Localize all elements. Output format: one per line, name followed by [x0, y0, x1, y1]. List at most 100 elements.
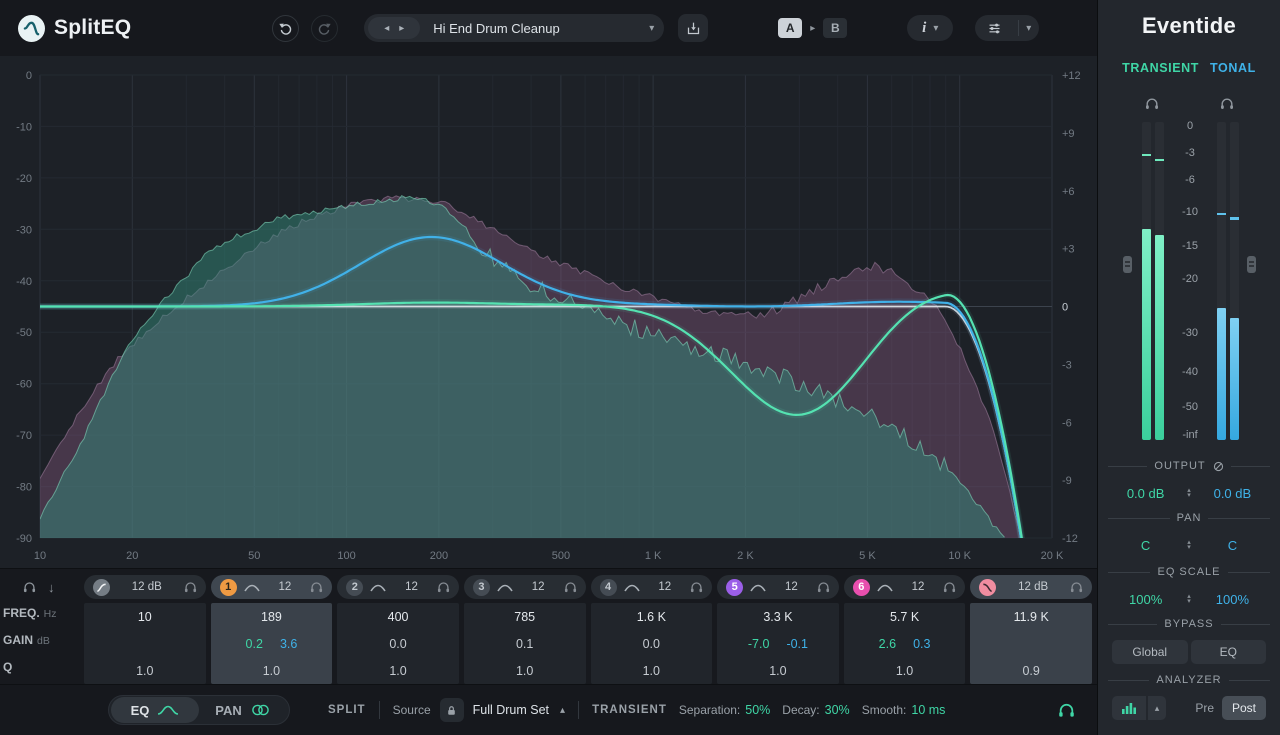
- tab-transient[interactable]: TRANSIENT: [1122, 61, 1199, 75]
- tonal-meter-handle[interactable]: [1247, 256, 1256, 273]
- ab-a-button[interactable]: A: [778, 18, 802, 38]
- band-4-badge[interactable]: 4: [600, 579, 617, 596]
- band-3-badge[interactable]: 3: [473, 579, 490, 596]
- tonal-monitor-headphone-icon[interactable]: [1220, 97, 1234, 110]
- ab-copy-icon[interactable]: ▸: [810, 23, 815, 34]
- band-3-solo-headphone-icon[interactable]: [564, 581, 577, 593]
- band-1-gain[interactable]: 0.23.6: [211, 630, 333, 657]
- analyzer-post-button[interactable]: Post: [1222, 696, 1266, 720]
- band-4-freq[interactable]: 1.6 K: [591, 603, 713, 630]
- band-lowcut-solo-headphone-icon[interactable]: [184, 581, 197, 593]
- band-4-gain[interactable]: 0.0: [591, 630, 713, 657]
- settings-dropdown-icon[interactable]: ▾: [1026, 23, 1031, 34]
- band-4-header[interactable]: 4 12: [591, 575, 713, 599]
- transient-monitor-headphone-icon[interactable]: [1145, 97, 1159, 110]
- band-2-gain[interactable]: 0.0: [337, 630, 459, 657]
- band-5-badge[interactable]: 5: [726, 579, 743, 596]
- analyzer-display-button[interactable]: [1112, 696, 1146, 720]
- band-5-header[interactable]: 5 12: [717, 575, 839, 599]
- collapse-strip-icon[interactable]: ↓: [48, 580, 55, 595]
- band-lowpass-freq[interactable]: 11.9 K: [970, 603, 1092, 630]
- bypass-global-button[interactable]: Global: [1112, 640, 1188, 664]
- band-5-solo-headphone-icon[interactable]: [817, 581, 830, 593]
- transient-audition-headphone-icon[interactable]: [1058, 702, 1075, 718]
- band-6-gain[interactable]: 2.60.3: [844, 630, 966, 657]
- band-6-solo-headphone-icon[interactable]: [943, 581, 956, 593]
- band-2-freq[interactable]: 400: [337, 603, 459, 630]
- band-3-header[interactable]: 3 12: [464, 575, 586, 599]
- band-1-badge[interactable]: 1: [220, 579, 237, 596]
- band-2-badge[interactable]: 2: [346, 579, 363, 596]
- band-1-slope[interactable]: 12: [267, 581, 304, 593]
- band-2-header[interactable]: 2 12: [337, 575, 459, 599]
- preset-prev-icon[interactable]: ◂: [384, 23, 389, 34]
- eq-graph[interactable]: 0-10-20-30-40-50-60-70-80-90+12+9+6+30-3…: [0, 56, 1097, 568]
- band-1-solo-headphone-icon[interactable]: [310, 581, 323, 593]
- info-button[interactable]: i ▾: [907, 15, 953, 41]
- band-lowcut-freq[interactable]: 10: [84, 603, 206, 630]
- pan-tonal-value[interactable]: C: [1191, 538, 1274, 553]
- band-lowpass-q[interactable]: 0.9: [970, 657, 1092, 684]
- solo-defeat-headphone-icon[interactable]: [23, 581, 36, 593]
- band-6-q[interactable]: 1.0: [844, 657, 966, 684]
- band-lowpass-badge[interactable]: [979, 579, 996, 596]
- band-5-gain[interactable]: -7.0-0.1: [717, 630, 839, 657]
- separation-value[interactable]: 50%: [745, 703, 770, 717]
- band-5-freq[interactable]: 3.3 K: [717, 603, 839, 630]
- band-lowcut-gain[interactable]: [84, 630, 206, 657]
- band-4-solo-headphone-icon[interactable]: [690, 581, 703, 593]
- analyzer-collapse-icon[interactable]: ▴: [1148, 696, 1166, 720]
- band-5-q[interactable]: 1.0: [717, 657, 839, 684]
- band-1-header[interactable]: 1 12: [211, 575, 333, 599]
- band-lowpass-solo-headphone-icon[interactable]: [1070, 581, 1083, 593]
- preset-name[interactable]: Hi End Drum Cleanup: [433, 21, 649, 36]
- band-lowcut-slope[interactable]: 12 dB: [117, 581, 177, 593]
- pan-view-button[interactable]: PAN: [199, 703, 287, 718]
- source-collapse-icon[interactable]: ▴: [560, 705, 565, 716]
- band-4-q[interactable]: 1.0: [591, 657, 713, 684]
- band-1-q[interactable]: 1.0: [211, 657, 333, 684]
- band-3-gain[interactable]: 0.1: [464, 630, 586, 657]
- decay-value[interactable]: 30%: [825, 703, 850, 717]
- ab-b-button[interactable]: B: [823, 18, 847, 38]
- bypass-eq-button[interactable]: EQ: [1191, 640, 1267, 664]
- band-6-badge[interactable]: 6: [853, 579, 870, 596]
- band-lowpass-slope[interactable]: 12 dB: [1003, 581, 1063, 593]
- polarity-icon[interactable]: [1213, 461, 1224, 472]
- band-2-solo-headphone-icon[interactable]: [437, 581, 450, 593]
- eq-scale-transient-value[interactable]: 100%: [1104, 592, 1187, 607]
- band-lowcut-header[interactable]: 12 dB: [84, 575, 206, 599]
- smooth-value[interactable]: 10 ms: [911, 703, 945, 717]
- band-6-slope[interactable]: 12: [900, 581, 937, 593]
- band-2-slope[interactable]: 12: [393, 581, 430, 593]
- save-preset-icon[interactable]: [678, 14, 708, 42]
- eq-view-button[interactable]: EQ: [111, 697, 199, 723]
- eq-scale-tonal-value[interactable]: 100%: [1191, 592, 1274, 607]
- analyzer-pre-button[interactable]: Pre: [1195, 701, 1214, 715]
- band-5-slope[interactable]: 12: [773, 581, 810, 593]
- redo-icon[interactable]: [311, 15, 338, 42]
- band-lowpass-header[interactable]: 12 dB: [970, 575, 1092, 599]
- eq-plot[interactable]: 0-10-20-30-40-50-60-70-80-90+12+9+6+30-3…: [0, 56, 1097, 568]
- band-lowcut-badge[interactable]: [93, 579, 110, 596]
- pan-transient-value[interactable]: C: [1104, 538, 1187, 553]
- band-3-freq[interactable]: 785: [464, 603, 586, 630]
- band-2-q[interactable]: 1.0: [337, 657, 459, 684]
- settings-icon[interactable]: [975, 21, 1013, 36]
- band-6-header[interactable]: 6 12: [844, 575, 966, 599]
- output-tonal-value[interactable]: 0.0 dB: [1191, 486, 1274, 501]
- band-6-freq[interactable]: 5.7 K: [844, 603, 966, 630]
- output-transient-value[interactable]: 0.0 dB: [1104, 486, 1187, 501]
- source-lock-icon[interactable]: [440, 698, 464, 722]
- transient-meter-handle[interactable]: [1123, 256, 1132, 273]
- undo-icon[interactable]: [272, 15, 299, 42]
- band-3-q[interactable]: 1.0: [464, 657, 586, 684]
- source-select[interactable]: Full Drum Set: [473, 703, 549, 717]
- settings-button[interactable]: ▾: [975, 15, 1039, 41]
- band-1-freq[interactable]: 189: [211, 603, 333, 630]
- band-3-slope[interactable]: 12: [520, 581, 557, 593]
- tab-tonal[interactable]: TONAL: [1210, 61, 1256, 75]
- band-4-slope[interactable]: 12: [647, 581, 684, 593]
- preset-next-icon[interactable]: ▸: [399, 23, 404, 34]
- band-lowpass-gain[interactable]: [970, 630, 1092, 657]
